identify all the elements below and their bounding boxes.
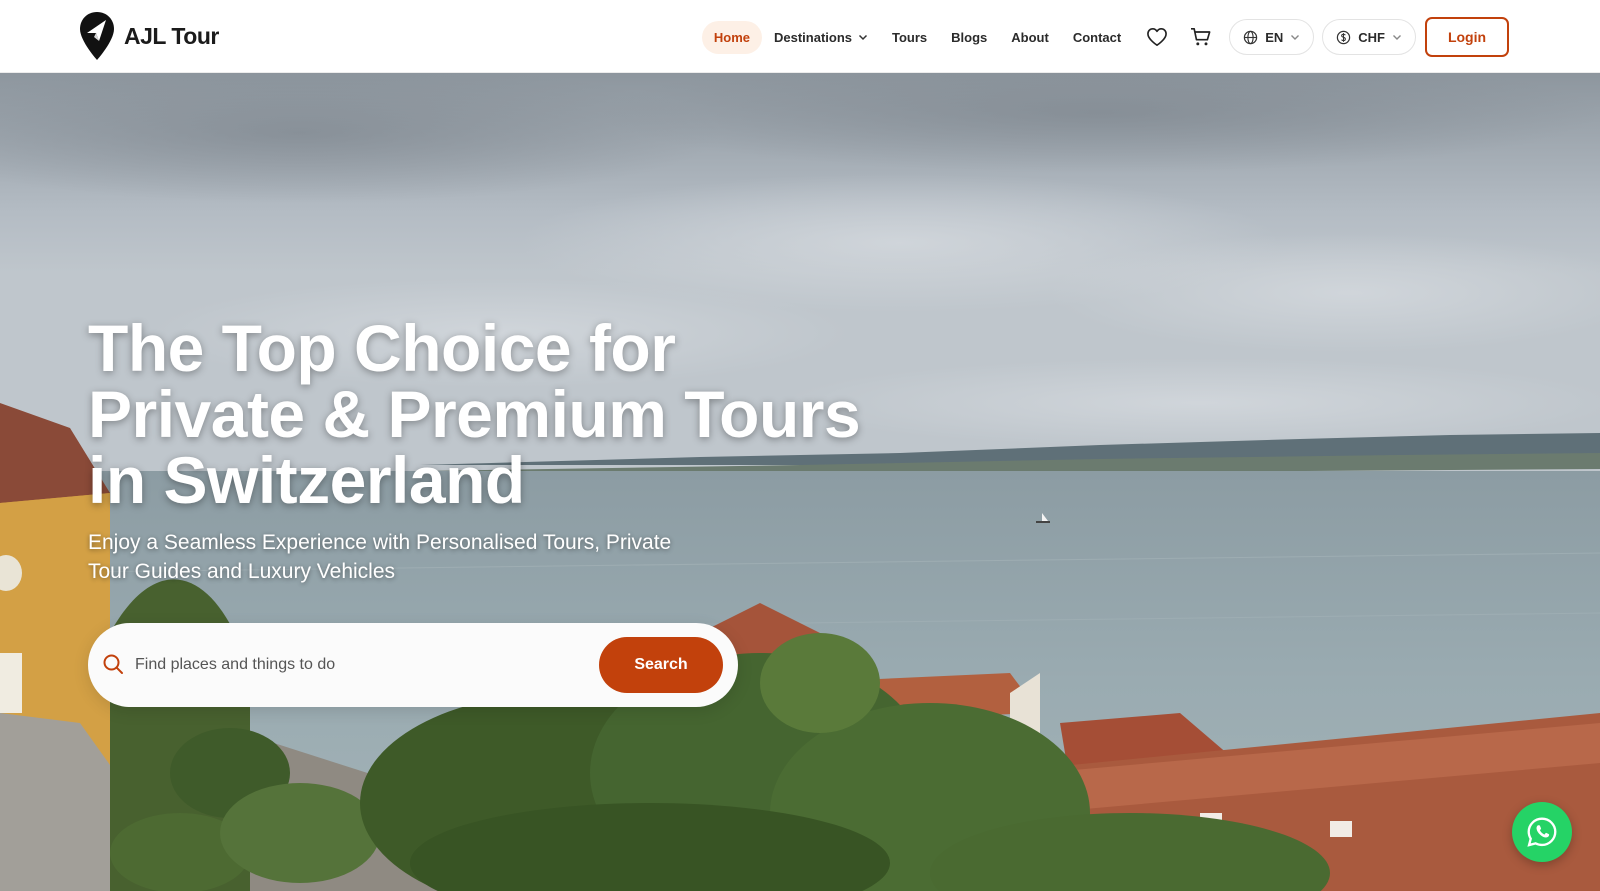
nav-home[interactable]: Home — [701, 20, 762, 54]
search-icon — [103, 654, 123, 674]
whatsapp-button[interactable] — [1512, 802, 1572, 862]
language-value: EN — [1265, 29, 1284, 45]
map-pin-plane-icon — [80, 12, 114, 60]
nav-tours[interactable]: Tours — [880, 21, 939, 54]
brand-name: AJL Tour — [124, 22, 219, 49]
nav-destinations-label: Destinations — [773, 29, 852, 45]
nav-blogs[interactable]: Blogs — [939, 21, 999, 54]
hero-section: The Top Choice for Private & Premium Tou… — [0, 73, 1600, 891]
login-button[interactable]: Login — [1425, 17, 1509, 57]
site-header: AJL Tour Home Destinations Tours Blogs A… — [0, 0, 1600, 73]
search-bar: Search — [88, 623, 738, 707]
currency-value: CHF — [1358, 29, 1385, 45]
hero-title: The Top Choice for Private & Premium Tou… — [88, 311, 861, 517]
nav-destinations[interactable]: Destinations — [762, 21, 880, 54]
globe-icon — [1244, 30, 1258, 44]
chevron-down-icon — [1291, 35, 1300, 40]
nav-contact[interactable]: Contact — [1061, 21, 1133, 54]
search-button[interactable]: Search — [599, 637, 723, 693]
chevron-down-icon — [858, 34, 868, 41]
cart-button[interactable] — [1181, 18, 1221, 56]
currency-selector[interactable]: CHF — [1322, 19, 1416, 55]
chevron-down-icon — [1393, 35, 1401, 40]
wishlist-button[interactable] — [1137, 18, 1177, 56]
heart-icon — [1147, 28, 1168, 46]
logo[interactable]: AJL Tour — [79, 11, 219, 61]
hero-subtitle: Enjoy a Seamless Experience with Persona… — [88, 531, 672, 583]
whatsapp-icon — [1527, 817, 1557, 847]
language-selector[interactable]: EN — [1229, 19, 1315, 55]
cart-icon — [1191, 28, 1211, 46]
currency-coin-icon — [1337, 30, 1351, 44]
main-nav: Home Destinations Tours Blogs About Cont… — [701, 17, 1509, 57]
search-input[interactable] — [135, 645, 575, 685]
nav-about[interactable]: About — [999, 21, 1061, 54]
